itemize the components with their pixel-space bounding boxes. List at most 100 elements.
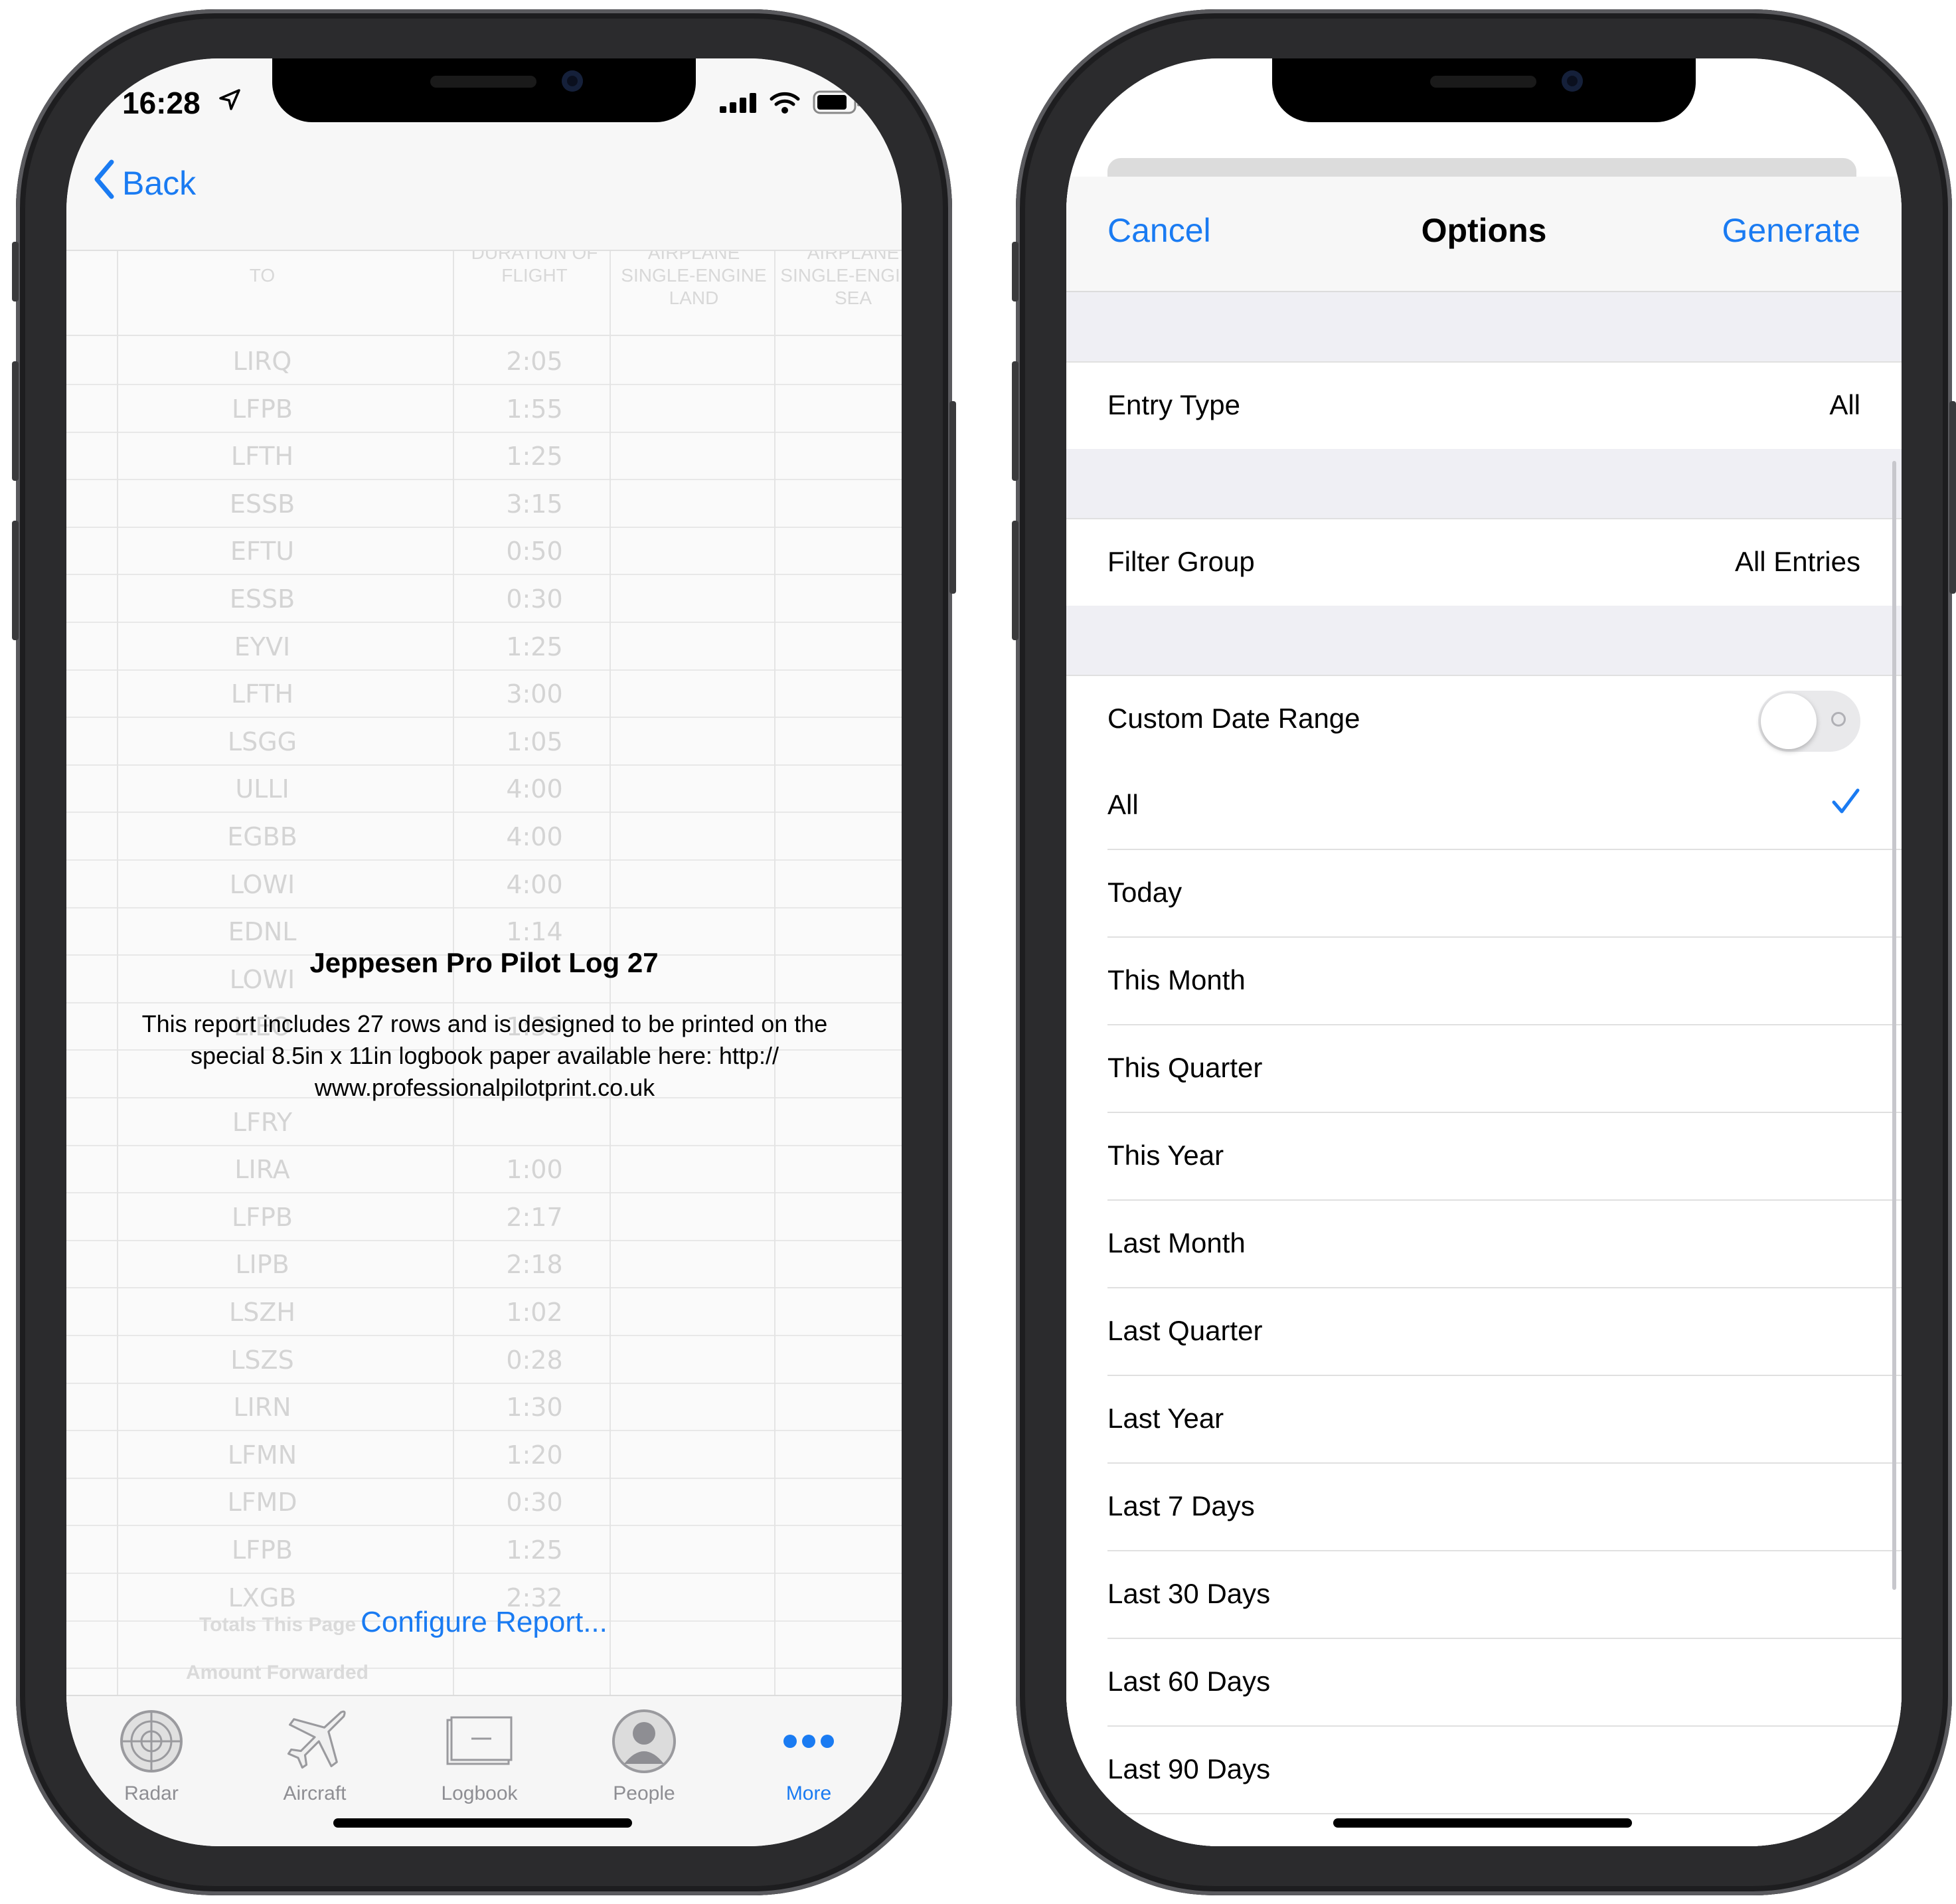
phone-left: 16:28 Back TO DURATION OF FLIGHT AIRPLAN… bbox=[12, 9, 956, 1895]
date-option-label: This Quarter bbox=[1107, 1052, 1263, 1083]
sheet-row: EGBB 4:00 bbox=[66, 812, 902, 861]
sheet-row: ULLI 4:00 bbox=[66, 764, 902, 814]
status-time: 16:28 bbox=[122, 86, 201, 120]
navigation-bar: Back bbox=[66, 138, 902, 251]
sheet-cell-duration: 1:00 bbox=[506, 1155, 563, 1185]
date-option-label: Last Year bbox=[1107, 1403, 1224, 1434]
cancel-button[interactable]: Cancel bbox=[1107, 211, 1211, 250]
sheet-cell-duration: 4:00 bbox=[506, 869, 563, 899]
notch bbox=[1272, 58, 1696, 122]
date-option-last-7-days[interactable]: Last 7 Days bbox=[1066, 1464, 1902, 1551]
tab-more[interactable]: More bbox=[742, 1705, 875, 1805]
toggle-off-icon bbox=[1831, 712, 1846, 727]
sheet-cell-to: LFMD bbox=[227, 1488, 297, 1517]
column-line bbox=[610, 251, 611, 1745]
scroll-indicator[interactable] bbox=[1892, 461, 1896, 1590]
sheet-row: ESSB 0:30 bbox=[66, 574, 902, 623]
column-line bbox=[117, 251, 118, 1745]
sheet-row: LIRQ 2:05 bbox=[66, 336, 902, 385]
mute-switch bbox=[12, 242, 19, 302]
sheet-cell-to: LOWI bbox=[229, 869, 295, 899]
date-option-label: Last 90 Days bbox=[1107, 1753, 1271, 1784]
tab-radar[interactable]: Radar bbox=[85, 1705, 218, 1805]
column-line bbox=[774, 251, 775, 1745]
front-camera bbox=[562, 70, 583, 92]
header-duration: DURATION OF bbox=[471, 251, 598, 263]
phone-right: Cancel Options Generate Entry Type All F… bbox=[1012, 9, 1956, 1895]
date-option-label: Last 60 Days bbox=[1107, 1666, 1271, 1697]
person-icon bbox=[578, 1705, 710, 1777]
sheet-cell-to: LFRY bbox=[232, 1107, 293, 1137]
toggle-knob bbox=[1761, 693, 1817, 749]
home-indicator[interactable] bbox=[1333, 1818, 1632, 1828]
generate-button[interactable]: Generate bbox=[1722, 211, 1860, 250]
date-option-today[interactable]: Today bbox=[1066, 850, 1902, 938]
date-option-label: Last 30 Days bbox=[1107, 1578, 1271, 1609]
configure-report-button[interactable]: Configure Report... bbox=[66, 1606, 902, 1639]
sheet-row: LSZH 1:02 bbox=[66, 1287, 902, 1336]
header-to: TO bbox=[249, 265, 276, 286]
sheet-row: LFPB 1:25 bbox=[66, 1525, 902, 1574]
back-button[interactable]: Back bbox=[93, 159, 196, 207]
tab-people[interactable]: People bbox=[578, 1705, 710, 1805]
date-option-last-30-days[interactable]: Last 30 Days bbox=[1066, 1551, 1902, 1639]
date-option-last-90-days[interactable]: Last 90 Days bbox=[1066, 1727, 1902, 1814]
entry-type-row[interactable]: Entry Type All bbox=[1066, 361, 1902, 450]
sheet-cell-to: LIRQ bbox=[232, 347, 292, 376]
sheet-cell-duration: 3:00 bbox=[506, 679, 563, 709]
header-se-land-top: AIRPLANE bbox=[647, 251, 740, 263]
date-option-this-quarter[interactable]: This Quarter bbox=[1066, 1025, 1902, 1113]
section-gap bbox=[1066, 292, 1902, 361]
tab-logbook[interactable]: Logbook bbox=[413, 1705, 546, 1805]
volume-up-button bbox=[1012, 361, 1019, 481]
sheet-row: EYVI 1:25 bbox=[66, 622, 902, 671]
sheet-row: LFMN 1:20 bbox=[66, 1430, 902, 1479]
speaker bbox=[430, 76, 536, 88]
report-description: This report includes 27 rows and is desi… bbox=[141, 1010, 828, 1101]
sheet-row: LIRN 1:30 bbox=[66, 1382, 902, 1432]
custom-date-range-toggle[interactable] bbox=[1758, 691, 1860, 752]
date-option-last-60-days[interactable]: Last 60 Days bbox=[1066, 1639, 1902, 1727]
tab-label: People bbox=[613, 1782, 675, 1804]
date-option-last-month[interactable]: Last Month bbox=[1066, 1201, 1902, 1288]
sheet-cell-duration: 1:30 bbox=[506, 1393, 563, 1423]
power-button bbox=[949, 401, 956, 594]
header-se-land: SINGLE-ENGINE LAND bbox=[621, 265, 767, 308]
header-se-sea: SINGLE-ENGINE SEA bbox=[780, 265, 902, 308]
date-option-last-year[interactable]: Last Year bbox=[1066, 1376, 1902, 1464]
section-gap bbox=[1066, 606, 1902, 675]
sheet-cell-duration: 1:14 bbox=[506, 917, 563, 947]
wifi-icon bbox=[769, 90, 801, 118]
sheet-row: LFTH 3:00 bbox=[66, 669, 902, 719]
home-indicator[interactable] bbox=[333, 1818, 632, 1828]
sheet-cell-to: LFPB bbox=[231, 1535, 293, 1565]
forward-label: Amount Forwarded bbox=[186, 1662, 368, 1684]
date-option-this-year[interactable]: This Year bbox=[1066, 1113, 1902, 1201]
date-option-label: Last Quarter bbox=[1107, 1315, 1263, 1346]
sheet-cell-duration: 0:50 bbox=[506, 537, 563, 566]
back-label: Back bbox=[122, 165, 197, 202]
sheet-header: TO DURATION OF FLIGHT AIRPLANE SINGLE-EN… bbox=[66, 251, 902, 336]
chevron-left-icon bbox=[93, 159, 116, 207]
sheet-cell-to: LIRA bbox=[234, 1155, 290, 1185]
date-option-last-quarter[interactable]: Last Quarter bbox=[1066, 1288, 1902, 1376]
sheet-row: LIPB 2:18 bbox=[66, 1239, 902, 1289]
column-line bbox=[453, 251, 454, 1745]
sheet-cell-duration: 0:30 bbox=[506, 1488, 563, 1517]
sheet-cell-to: LFPB bbox=[231, 1202, 293, 1232]
sheet-cell-to: LFPB bbox=[231, 394, 293, 424]
tab-aircraft[interactable]: Aircraft bbox=[248, 1705, 381, 1805]
battery-icon bbox=[813, 90, 862, 118]
sheet-row: LSGG 1:05 bbox=[66, 717, 902, 766]
date-option-all[interactable]: All bbox=[1066, 762, 1902, 850]
date-option-this-month[interactable]: This Month bbox=[1066, 938, 1902, 1025]
sheet-row: LOWI 4:00 bbox=[66, 859, 902, 909]
filter-group-row[interactable]: Filter Group All Entries bbox=[1066, 518, 1902, 607]
notch bbox=[272, 58, 696, 122]
sheet-row: LFTH 1:25 bbox=[66, 431, 902, 481]
date-option-label: Last 120 Days bbox=[1107, 1841, 1286, 1846]
sheet-cell-to: ESSB bbox=[229, 489, 295, 519]
sheet-row: LSZS 0:28 bbox=[66, 1335, 902, 1384]
sheet-cell-duration: 1:05 bbox=[506, 727, 563, 756]
sheet-cell-duration: 1:25 bbox=[506, 442, 563, 472]
